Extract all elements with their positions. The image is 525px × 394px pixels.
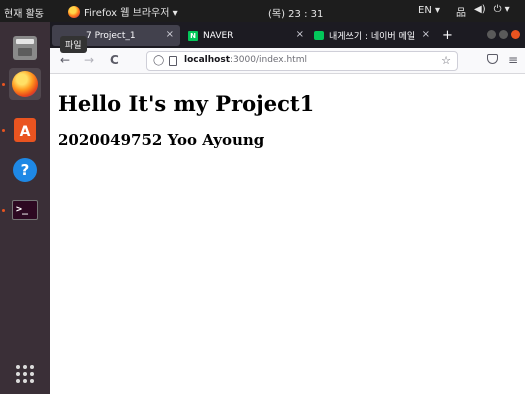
naver-favicon-icon: N <box>188 30 198 41</box>
tab-naver-mail[interactable]: 내게쓰기 : 네이버 메일 × <box>308 25 436 46</box>
dock-item-software[interactable]: A <box>9 114 41 146</box>
url-host: localhost <box>184 55 231 65</box>
clock[interactable]: (목) 23 : 31 <box>268 5 323 20</box>
page-info-icon[interactable] <box>169 56 177 66</box>
new-tab-button[interactable]: + <box>442 28 453 43</box>
app-menu[interactable]: Firefox 웹 브라우저 ▾ <box>68 4 178 19</box>
dock-item-firefox[interactable] <box>9 68 41 100</box>
running-indicator <box>2 209 5 212</box>
firefox-icon <box>12 71 38 97</box>
back-button[interactable]: ← <box>60 53 70 67</box>
language-indicator[interactable]: EN ▾ <box>418 5 440 16</box>
software-store-icon: A <box>14 118 36 142</box>
reload-button[interactable]: C <box>110 53 119 67</box>
firefox-mini-icon <box>68 5 80 18</box>
page-heading: Hello It's my Project1 <box>58 91 315 116</box>
forward-button[interactable]: → <box>84 53 94 67</box>
gnome-top-bar: 현재 활동 Firefox 웹 브라우저 ▾ (목) 23 : 31 EN ▾ … <box>0 0 525 22</box>
tab-close-icon[interactable]: × <box>422 29 430 40</box>
tab-naver[interactable]: N NAVER × <box>182 25 310 46</box>
tracking-shield-icon[interactable]: ◯ <box>153 55 164 66</box>
url-text[interactable]: localhost:3000/index.html <box>184 55 307 65</box>
help-icon: ? <box>13 158 37 182</box>
tab-close-icon[interactable]: × <box>296 29 304 40</box>
tab-bar: 7 Project_1 × N NAVER × 내게쓰기 : 네이버 메일 × … <box>50 22 525 48</box>
network-icon: 品 <box>456 8 466 19</box>
navigation-toolbar: ← → C ◯ localhost:3000/index.html ☆ ≡ <box>50 48 525 74</box>
activities-button[interactable]: 현재 활동 <box>4 5 44 20</box>
files-icon <box>13 36 37 60</box>
pocket-icon[interactable] <box>487 54 498 64</box>
hamburger-menu-icon[interactable]: ≡ <box>508 53 518 67</box>
tab-label: NAVER <box>203 30 234 41</box>
url-bar[interactable]: ◯ localhost:3000/index.html ☆ <box>146 51 458 71</box>
terminal-icon: >_ <box>12 200 38 220</box>
dock-item-terminal[interactable]: >_ <box>9 194 41 226</box>
minimize-icon[interactable] <box>487 30 496 39</box>
dock-item-files[interactable] <box>9 32 41 64</box>
dock: A ? >_ <box>0 22 50 394</box>
dock-item-help[interactable]: ? <box>9 154 41 186</box>
power-icon: ⏻ ▾ <box>493 4 510 15</box>
page-content: Hello It's my Project1 2020049752 Yoo Ay… <box>50 75 525 394</box>
url-path: :3000/index.html <box>230 55 307 65</box>
system-tray[interactable]: 品 ◀) ⏻ ▾ <box>456 4 510 19</box>
mail-favicon-icon <box>314 31 324 40</box>
dock-tooltip: 파일 <box>60 36 87 53</box>
page-subheading: 2020049752 Yoo Ayoung <box>58 131 265 149</box>
running-indicator <box>2 129 5 132</box>
show-applications-button[interactable] <box>9 358 41 390</box>
tab-close-icon[interactable]: × <box>166 29 174 40</box>
tab-label: 내게쓰기 : 네이버 메일 <box>329 32 416 42</box>
running-indicator <box>2 83 5 86</box>
bookmark-star-icon[interactable]: ☆ <box>441 54 451 67</box>
window-controls <box>487 30 520 39</box>
app-menu-label: Firefox 웹 브라우저 ▾ <box>84 8 178 19</box>
volume-icon: ◀) <box>474 4 486 15</box>
maximize-icon[interactable] <box>499 30 508 39</box>
close-window-icon[interactable] <box>511 30 520 39</box>
show-apps-icon <box>16 365 34 383</box>
firefox-window: 7 Project_1 × N NAVER × 내게쓰기 : 네이버 메일 × … <box>50 22 525 394</box>
